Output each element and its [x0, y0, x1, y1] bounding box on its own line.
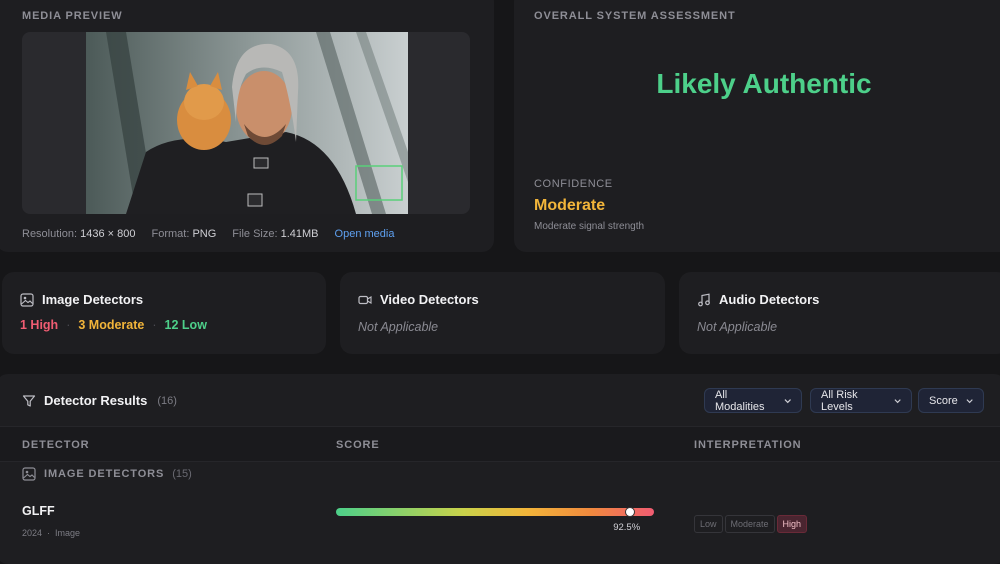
results-title: Detector Results: [44, 393, 148, 408]
chevron-down-icon: [784, 398, 791, 403]
risk-level-dropdown[interactable]: All Risk Levels: [810, 388, 912, 413]
low-count: 12 Low: [164, 318, 207, 332]
level-low-pill: Low: [694, 515, 723, 533]
table-row[interactable]: GLFF 2024 · Image 92.5% Low Moderate High: [0, 504, 1000, 550]
results-count: (16): [157, 394, 177, 407]
filter-icon: [22, 394, 36, 407]
media-preview-image[interactable]: [86, 32, 408, 214]
risk-level-dropdown-label: All Risk Levels: [821, 388, 858, 413]
level-high-pill: High: [776, 515, 808, 533]
modalities-dropdown[interactable]: All Modalities: [704, 388, 802, 413]
detector-column-header[interactable]: DETECTOR: [22, 439, 90, 451]
results-header: Detector Results (16): [22, 393, 177, 408]
confidence-value: Moderate: [534, 197, 606, 214]
group-label: IMAGE DETECTORS: [44, 468, 165, 480]
score-bar: [336, 508, 654, 516]
sort-dropdown[interactable]: Score: [918, 388, 984, 413]
results-table-header: DETECTOR SCORE INTERPRETATION: [0, 426, 1000, 462]
image-icon: [22, 467, 36, 481]
assessment-card: OVERALL SYSTEM ASSESSMENT Likely Authent…: [514, 0, 1000, 252]
audio-detectors-title: Audio Detectors: [697, 292, 819, 307]
separator-dot: ·: [152, 318, 157, 332]
video-camera-icon: [358, 295, 372, 304]
image-icon: [20, 292, 34, 307]
media-meta-row: Resolution: 1436 × 800 Format: PNG File …: [22, 228, 394, 240]
open-media-link[interactable]: Open media: [335, 228, 395, 240]
level-moderate-pill: Moderate: [724, 515, 775, 533]
media-frame[interactable]: [22, 32, 470, 214]
high-count: 1 High: [20, 318, 59, 332]
confidence-label: CONFIDENCE: [534, 178, 613, 190]
detector-meta: 2024 · Image: [22, 528, 81, 538]
video-detectors-title: Video Detectors: [358, 292, 479, 307]
chevron-down-icon: [966, 398, 973, 403]
interpretation-levels: Low Moderate High: [694, 515, 809, 533]
video-detectors-card[interactable]: Video Detectors Not Applicable: [340, 272, 665, 354]
video-status: Not Applicable: [358, 320, 439, 334]
interpretation-column-header[interactable]: INTERPRETATION: [694, 439, 802, 451]
media-preview-card: MEDIA PREVIEW Resolution: 1436 × 800 For…: [0, 0, 494, 252]
sort-dropdown-label: Score: [929, 394, 958, 407]
audio-detectors-card[interactable]: Audio Detectors Not Applicable: [679, 272, 1000, 354]
image-detectors-group-header[interactable]: IMAGE DETECTORS (15): [22, 467, 192, 481]
verdict-text: Likely Authentic: [656, 68, 872, 99]
format-meta: Format: PNG: [151, 228, 217, 240]
image-risk-summary: 1 High · 3 Moderate · 12 Low: [20, 318, 207, 332]
group-count: (15): [172, 468, 192, 480]
moderate-count: 3 Moderate: [78, 318, 145, 332]
chevron-down-icon: [894, 398, 901, 403]
filesize-meta: File Size: 1.41MB: [232, 228, 319, 240]
media-preview-label: MEDIA PREVIEW: [22, 10, 123, 22]
resolution-meta: Resolution: 1436 × 800: [22, 228, 136, 240]
detector-results-card: Detector Results (16) All Modalities All…: [0, 374, 1000, 564]
separator-dot: ·: [66, 318, 71, 332]
assessment-label: OVERALL SYSTEM ASSESSMENT: [534, 10, 736, 22]
image-detectors-title: Image Detectors: [20, 292, 143, 307]
audio-status: Not Applicable: [697, 320, 778, 334]
score-column-header[interactable]: SCORE: [336, 439, 380, 451]
image-detectors-card[interactable]: Image Detectors 1 High · 3 Moderate · 12…: [2, 272, 326, 354]
confidence-note: Moderate signal strength: [534, 221, 645, 232]
modalities-dropdown-label: All Modalities: [715, 388, 765, 413]
music-note-icon: [698, 292, 710, 306]
score-value: 92.5%: [613, 522, 641, 533]
detector-name: GLFF: [22, 504, 55, 518]
